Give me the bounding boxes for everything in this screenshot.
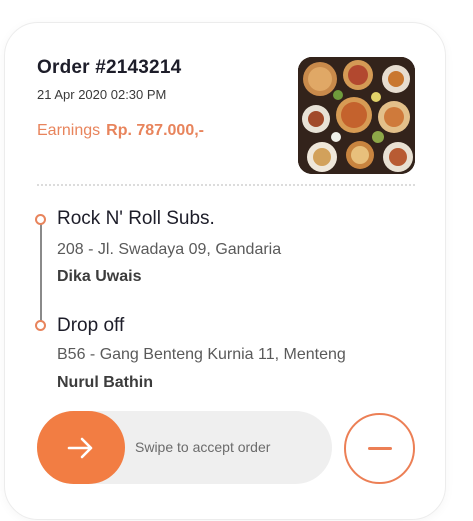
minus-icon [367,446,392,450]
pickup-person: Dika Uwais [57,268,142,285]
earnings-label: Earnings [37,122,101,139]
earnings: Earnings Rp. 787.000,- [37,122,204,140]
dropoff-address: B56 - Gang Benteng Kurnia 11, Menteng [57,346,346,363]
dropoff-person: Nurul Bathin [57,374,153,391]
divider [37,184,415,186]
dropoff-dot-icon [35,320,46,331]
food-image [298,57,415,174]
route-line [40,224,42,324]
pickup-name: Rock N' Roll Subs. [57,208,215,229]
swipe-label: Swipe to accept order [135,439,271,455]
pickup-dot-icon [35,214,46,225]
dropoff-name: Drop off [57,315,125,336]
earnings-amount: Rp. 787.000,- [106,122,204,139]
reject-order-button[interactable] [344,413,415,484]
order-title: Order #2143214 [37,57,182,78]
arrow-right-icon [67,437,93,458]
order-date: 21 Apr 2020 02:30 PM [37,87,167,102]
swipe-handle[interactable] [37,411,125,484]
pickup-address: 208 - Jl. Swadaya 09, Gandaria [57,241,282,258]
swipe-to-accept[interactable]: Swipe to accept order [37,411,332,484]
